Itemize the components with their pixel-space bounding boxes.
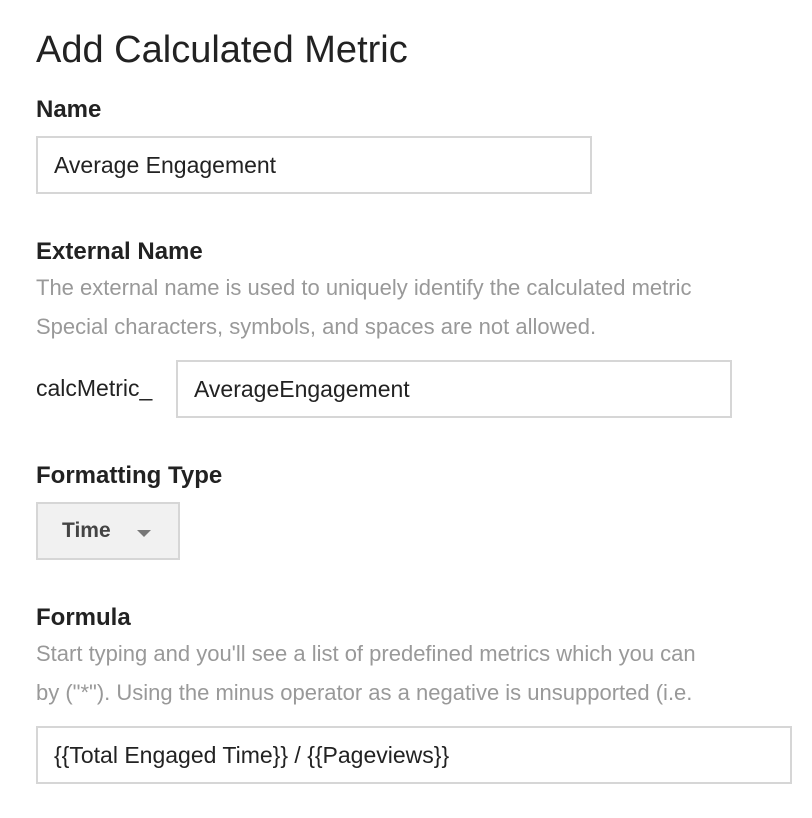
- formula-input[interactable]: [36, 726, 792, 784]
- external-name-help-line-1: The external name is used to uniquely id…: [36, 275, 692, 300]
- external-name-help-line-2: Special characters, symbols, and spaces …: [36, 314, 597, 339]
- external-name-label: External Name: [36, 238, 203, 265]
- formula-label: Formula: [36, 604, 131, 631]
- chevron-down-icon: [136, 529, 151, 537]
- formatting-type-selected: Time: [62, 519, 111, 542]
- name-input[interactable]: [36, 136, 592, 194]
- formatting-type-label: Formatting Type: [36, 462, 223, 489]
- page-title: Add Calculated Metric: [36, 29, 408, 71]
- calculated-metric-form: Add Calculated Metric Name External Name…: [0, 0, 812, 818]
- formula-help-line-2: by ("*"). Using the minus operator as a …: [36, 680, 693, 705]
- name-label: Name: [36, 96, 102, 123]
- external-name-prefix: calcMetric_: [36, 375, 153, 401]
- external-name-input[interactable]: [176, 360, 732, 418]
- formula-help-line-1: Start typing and you'll see a list of pr…: [36, 641, 696, 666]
- formatting-type-dropdown[interactable]: Time: [36, 502, 180, 560]
